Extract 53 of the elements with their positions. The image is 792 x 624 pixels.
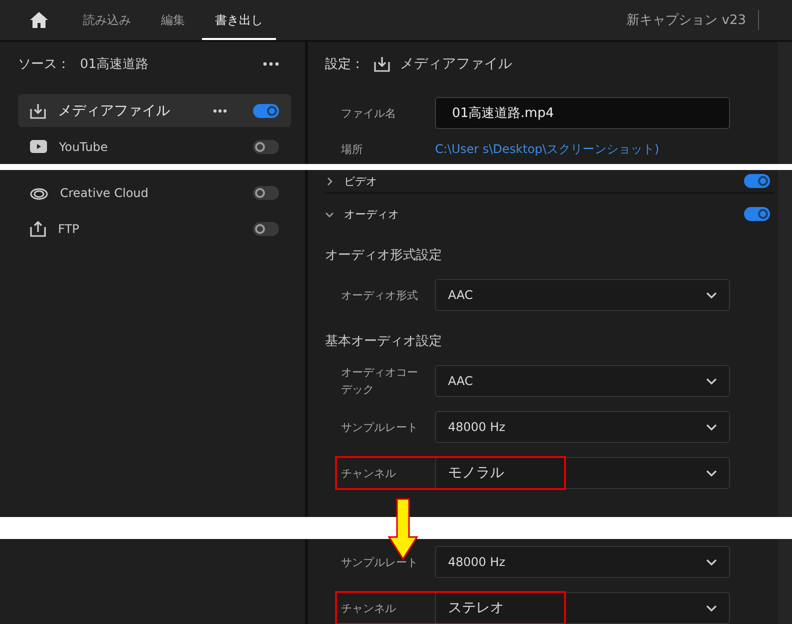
source-name: 01高速道路 <box>80 56 149 73</box>
chevron-down-icon <box>706 470 717 476</box>
download-icon <box>30 102 46 118</box>
chevron-down-icon <box>706 378 717 384</box>
chevron-right-icon[interactable] <box>325 176 334 186</box>
cloud-icon <box>30 186 48 200</box>
home-icon[interactable] <box>30 12 48 28</box>
dropdown[interactable]: AAC <box>435 279 730 311</box>
destination-item[interactable]: メディアファイル <box>18 94 291 127</box>
toggle-switch[interactable] <box>253 104 279 118</box>
dropdown[interactable]: AAC <box>435 365 730 397</box>
field-label: チャンネル <box>341 466 397 482</box>
project-title: 新キャプション v23 <box>626 12 746 29</box>
toggle-switch[interactable] <box>253 186 279 200</box>
field-label: チャンネル <box>341 600 397 616</box>
source-label: ソース： <box>18 56 70 73</box>
chevron-down-icon <box>706 424 717 430</box>
arrow-drawing <box>388 498 418 560</box>
settings-label: 設定： <box>325 56 364 73</box>
upload-icon <box>30 220 46 237</box>
destination-item[interactable]: Creative Cloud <box>18 176 291 209</box>
destination-item[interactable]: FTP <box>18 212 291 245</box>
toggle-switch[interactable] <box>744 207 770 221</box>
dropdown[interactable]: ステレオ <box>435 592 730 624</box>
toggle-switch[interactable] <box>744 174 770 188</box>
section-title: オーディオ <box>344 206 399 222</box>
filename-field[interactable]: 01高速道路.mp4 <box>435 97 730 129</box>
dropdown[interactable]: 48000 Hz <box>435 411 730 443</box>
chevron-down-icon <box>706 292 717 298</box>
dropdown[interactable]: モノラル <box>435 457 730 489</box>
dropdown[interactable]: 48000 Hz <box>435 546 730 578</box>
field-label: ファイル名 <box>341 106 397 122</box>
nav-tab[interactable]: 編集 <box>148 0 198 40</box>
destination-name: メディアファイル <box>400 55 512 73</box>
toggle-switch[interactable] <box>253 222 279 236</box>
play-icon <box>30 140 47 153</box>
field-label: オーディオ形式 <box>341 288 419 304</box>
chevron-down-icon <box>706 558 717 566</box>
destination-item[interactable]: YouTube <box>18 130 291 163</box>
field-label: オーディオコーデック <box>341 365 419 398</box>
chevron-down-icon <box>706 604 717 612</box>
group-heading: 基本オーディオ設定 <box>325 333 443 351</box>
field-label: サンプルレート <box>341 554 419 570</box>
section-title: ビデオ <box>344 174 377 188</box>
toggle-switch[interactable] <box>253 140 279 154</box>
field-label: サンプルレート <box>341 420 419 436</box>
field-label: 場所 <box>341 142 364 158</box>
location-link[interactable]: C:\User s\Desktop\スクリーンショット) <box>435 140 730 158</box>
download-icon <box>374 56 390 72</box>
chevron-down-icon[interactable] <box>325 210 334 218</box>
nav-tab[interactable]: 書き出し <box>202 0 276 40</box>
group-heading: オーディオ形式設定 <box>325 247 443 265</box>
nav-tab[interactable]: 読み込み <box>70 0 144 40</box>
